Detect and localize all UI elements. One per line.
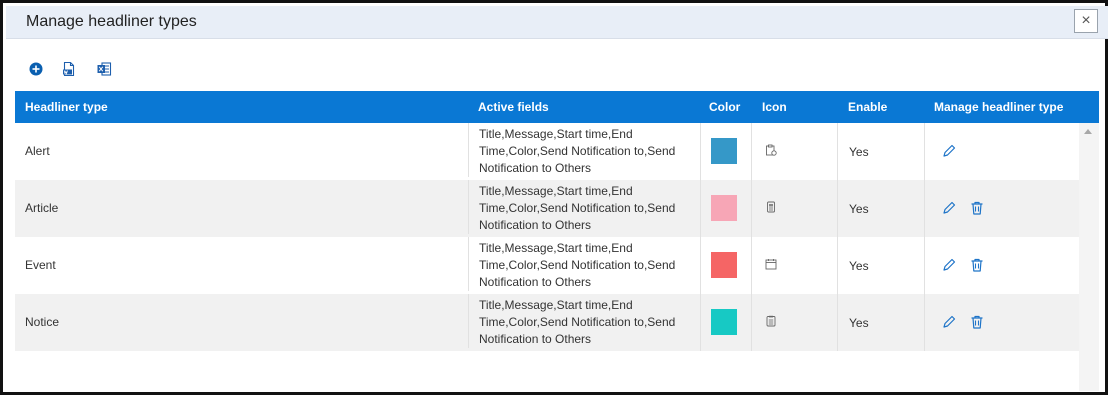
delete-icon[interactable] xyxy=(969,200,985,216)
column-divider xyxy=(700,123,701,180)
active-fields-cell: Title,Message,Start time,End Time,Color,… xyxy=(468,294,701,348)
active-fields-cell: Title,Message,Start time,End Time,Color,… xyxy=(468,237,701,291)
column-divider xyxy=(751,180,752,237)
headliner-type-cell: Event xyxy=(25,258,56,272)
column-header-color[interactable]: Color xyxy=(709,100,740,114)
delete-icon[interactable] xyxy=(969,257,985,273)
add-circle-icon[interactable] xyxy=(28,61,44,77)
color-swatch xyxy=(711,195,737,221)
edit-icon[interactable] xyxy=(941,257,957,273)
column-divider xyxy=(924,123,925,180)
column-divider xyxy=(700,237,701,294)
column-divider xyxy=(837,294,838,351)
column-header-enable[interactable]: Enable xyxy=(848,100,887,114)
calendar-icon xyxy=(765,259,777,270)
dialog: Manage headliner types × Headliner type … xyxy=(0,0,1108,395)
color-swatch xyxy=(711,138,737,164)
enable-status: Yes xyxy=(849,259,869,273)
column-divider xyxy=(837,237,838,294)
close-icon: × xyxy=(1081,12,1091,29)
enable-status: Yes xyxy=(849,145,869,159)
edit-icon[interactable] xyxy=(941,200,957,216)
column-divider xyxy=(700,294,701,351)
enable-status: Yes xyxy=(849,316,869,330)
headliner-type-cell: Alert xyxy=(25,144,50,158)
column-header-manage[interactable]: Manage headliner type xyxy=(934,100,1063,114)
column-divider xyxy=(751,237,752,294)
column-divider xyxy=(924,237,925,294)
table-row[interactable]: Alert Title,Message,Start time,End Time,… xyxy=(15,123,1079,180)
table-row[interactable]: Article Title,Message,Start time,End Tim… xyxy=(15,180,1079,237)
column-divider xyxy=(837,123,838,180)
delete-icon[interactable] xyxy=(969,314,985,330)
toolbar xyxy=(6,47,1108,90)
color-swatch xyxy=(711,252,737,278)
column-header-headliner-type[interactable]: Headliner type xyxy=(25,100,108,114)
table-header: Headliner type Active fields Color Icon … xyxy=(15,91,1099,123)
active-fields-cell: Title,Message,Start time,End Time,Color,… xyxy=(468,123,701,177)
clipboard-alert-icon xyxy=(766,144,777,156)
active-fields-cell: Title,Message,Start time,End Time,Color,… xyxy=(468,180,701,234)
column-divider xyxy=(751,294,752,351)
headliner-type-cell: Article xyxy=(25,201,59,215)
headliner-type-cell: Notice xyxy=(25,315,60,329)
notice-icon xyxy=(766,315,776,327)
headliner-types-table: Headliner type Active fields Color Icon … xyxy=(15,91,1099,391)
close-button[interactable]: × xyxy=(1074,9,1098,33)
export-word-icon[interactable] xyxy=(61,61,77,77)
dialog-titlebar: Manage headliner types × xyxy=(6,6,1108,39)
column-header-icon[interactable]: Icon xyxy=(762,100,787,114)
enable-status: Yes xyxy=(849,202,869,216)
column-divider xyxy=(751,123,752,180)
edit-icon[interactable] xyxy=(941,143,957,159)
scroll-up-arrow-icon[interactable] xyxy=(1084,129,1092,134)
column-divider xyxy=(924,180,925,237)
column-divider xyxy=(700,180,701,237)
table-row[interactable]: Event Title,Message,Start time,End Time,… xyxy=(15,237,1079,294)
export-excel-icon[interactable] xyxy=(96,61,112,77)
column-divider xyxy=(924,294,925,351)
dialog-title: Manage headliner types xyxy=(26,13,197,30)
document-icon xyxy=(767,201,775,213)
table-row[interactable]: Notice Title,Message,Start time,End Time… xyxy=(15,294,1079,351)
column-header-active-fields[interactable]: Active fields xyxy=(478,100,549,114)
vertical-scrollbar[interactable] xyxy=(1079,123,1099,391)
color-swatch xyxy=(711,309,737,335)
edit-icon[interactable] xyxy=(941,314,957,330)
column-divider xyxy=(837,180,838,237)
